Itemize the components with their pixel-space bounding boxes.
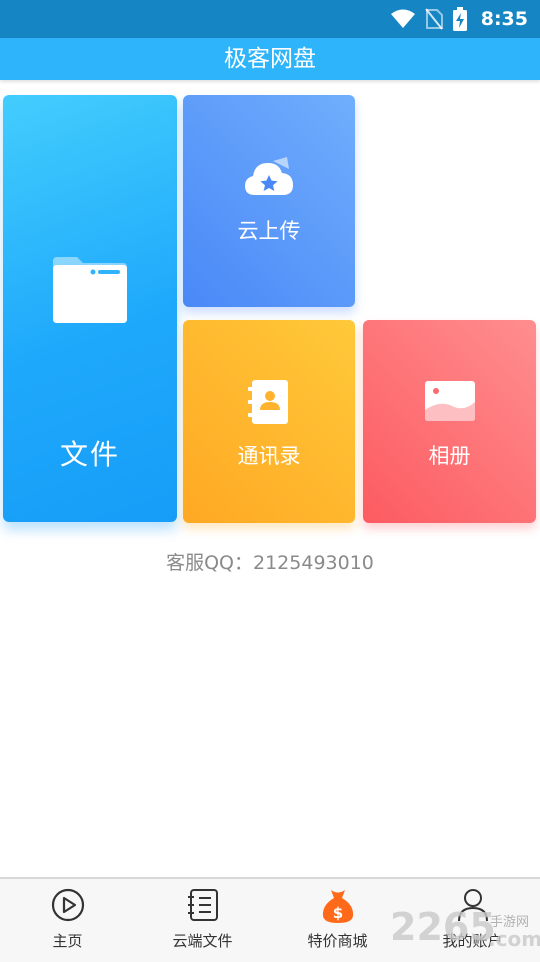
- nav-home[interactable]: 主页: [0, 879, 135, 962]
- nav-account[interactable]: 我的账户: [405, 879, 540, 962]
- battery-charging-icon: [452, 7, 467, 31]
- photo-icon: [425, 381, 475, 421]
- wifi-icon: [390, 9, 415, 28]
- files-tile[interactable]: 文件: [3, 95, 177, 522]
- no-sim-icon: [424, 8, 443, 30]
- cloud-star-icon: [245, 157, 293, 195]
- files-label: 文件: [59, 438, 120, 471]
- nav-mall-label: 特价商城: [307, 932, 368, 950]
- bottom-navigation: 主页 云端文件 $ 特价商城 我的账户: [0, 877, 540, 962]
- album-tile[interactable]: 相册: [363, 320, 536, 523]
- status-icons: 8:35: [390, 0, 528, 38]
- nav-mall[interactable]: $ 特价商城: [270, 879, 405, 962]
- nav-home-label: 主页: [52, 932, 83, 950]
- nav-account-label: 我的账户: [442, 932, 503, 950]
- money-bag-icon: $: [322, 890, 353, 923]
- cloud-upload-tile[interactable]: 云上传: [183, 95, 355, 307]
- cloud-upload-label: 云上传: [237, 219, 301, 243]
- folder-icon: [53, 257, 127, 323]
- customer-service-qq: 客服QQ：2125493010: [166, 552, 374, 574]
- status-bar: 8:35: [0, 0, 540, 38]
- nav-cloud-files-label: 云端文件: [172, 932, 233, 950]
- contacts-tile[interactable]: 通讯录: [183, 320, 355, 523]
- app-title-bar: 极客网盘: [0, 38, 540, 80]
- user-icon: [457, 889, 488, 922]
- album-label: 相册: [428, 444, 471, 468]
- contact-book-icon: [248, 380, 288, 424]
- app-title: 极客网盘: [224, 46, 316, 72]
- contacts-label: 通讯录: [237, 444, 301, 468]
- play-circle-icon: [51, 888, 84, 922]
- svg-text:$: $: [332, 904, 342, 922]
- nav-cloud-files[interactable]: 云端文件: [135, 879, 270, 962]
- document-list-icon: [187, 889, 218, 921]
- status-time: 8:35: [480, 8, 528, 30]
